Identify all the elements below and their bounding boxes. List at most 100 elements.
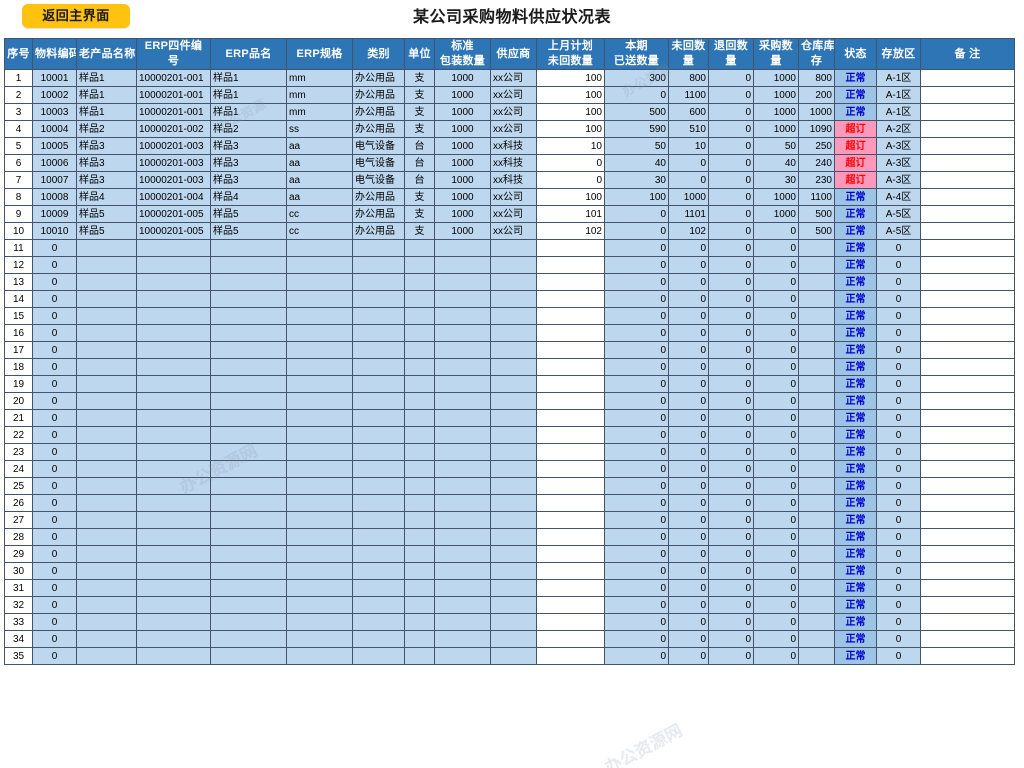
cell-unit[interactable] <box>404 511 435 529</box>
cell-stock[interactable]: 800 <box>798 69 835 87</box>
cell-erp_spec[interactable]: aa <box>286 154 353 172</box>
cell-buy_qty[interactable]: 0 <box>753 511 799 529</box>
cell-pack_qty[interactable] <box>434 477 491 495</box>
cell-ret_qty[interactable]: 0 <box>708 120 754 138</box>
cell-ret_qty[interactable]: 0 <box>708 103 754 121</box>
cell-last_plan[interactable] <box>536 426 605 444</box>
cell-old_name[interactable] <box>76 290 137 308</box>
cell-ret_qty[interactable]: 0 <box>708 239 754 257</box>
cell-zone[interactable]: 0 <box>876 562 921 580</box>
cell-pack_qty[interactable]: 1000 <box>434 137 491 155</box>
cell-stock[interactable]: 250 <box>798 137 835 155</box>
cell-sent_qty[interactable]: 50 <box>604 137 669 155</box>
cell-buy_qty[interactable]: 0 <box>753 647 799 665</box>
cell-pack_qty[interactable]: 1000 <box>434 154 491 172</box>
cell-buy_qty[interactable]: 50 <box>753 137 799 155</box>
cell-supplier[interactable] <box>490 307 537 325</box>
cell-category[interactable] <box>352 545 405 563</box>
cell-erp_name[interactable]: 样品1 <box>210 103 287 121</box>
cell-status[interactable]: 正常 <box>834 494 877 512</box>
cell-unit[interactable] <box>404 290 435 308</box>
cell-old_name[interactable] <box>76 647 137 665</box>
cell-ret_qty[interactable]: 0 <box>708 273 754 291</box>
cell-seq[interactable]: 16 <box>4 324 33 342</box>
cell-seq[interactable]: 11 <box>4 239 33 257</box>
cell-ret_qty[interactable]: 0 <box>708 494 754 512</box>
cell-stock[interactable] <box>798 392 835 410</box>
cell-erp_spec[interactable] <box>286 613 353 631</box>
table-body[interactable]: 1 10001 样品1 10000201-001 样品1 mm 办公用品支 1000 xx公司 1… <box>4 69 1015 665</box>
cell-category[interactable] <box>352 511 405 529</box>
cell-category[interactable]: 办公用品 <box>352 120 405 138</box>
cell-zone[interactable]: 0 <box>876 273 921 291</box>
cell-seq[interactable]: 25 <box>4 477 33 495</box>
cell-remark[interactable] <box>920 120 1015 138</box>
cell-pack_qty[interactable] <box>434 324 491 342</box>
cell-ret_qty[interactable]: 0 <box>708 630 754 648</box>
cell-sent_qty[interactable]: 0 <box>604 596 669 614</box>
cell-erp_name[interactable]: 样品5 <box>210 205 287 223</box>
cell-remark[interactable] <box>920 256 1015 274</box>
table-row[interactable]: 33 0 0 0 0 0 正常 0 <box>4 613 1015 631</box>
cell-stock[interactable]: 200 <box>798 86 835 104</box>
cell-unit[interactable] <box>404 307 435 325</box>
cell-pack_qty[interactable] <box>434 273 491 291</box>
cell-stock[interactable]: 500 <box>798 222 835 240</box>
cell-remark[interactable] <box>920 86 1015 104</box>
cell-unit[interactable] <box>404 647 435 665</box>
cell-seq[interactable]: 3 <box>4 103 33 121</box>
cell-last_plan[interactable] <box>536 545 605 563</box>
cell-status[interactable]: 超订 <box>834 120 877 138</box>
table-row[interactable]: 2 10002 样品1 10000201-001 样品1 mm 办公用品支 1000 xx公司 1… <box>4 86 1015 104</box>
cell-old_name[interactable] <box>76 494 137 512</box>
cell-sent_qty[interactable]: 30 <box>604 171 669 189</box>
cell-unit[interactable]: 支 <box>404 86 435 104</box>
cell-erp_name[interactable]: 样品1 <box>210 69 287 87</box>
cell-status[interactable]: 超订 <box>834 171 877 189</box>
cell-erp_spec[interactable]: mm <box>286 86 353 104</box>
cell-pack_qty[interactable] <box>434 392 491 410</box>
cell-sent_qty[interactable]: 0 <box>604 477 669 495</box>
cell-sent_qty[interactable]: 0 <box>604 528 669 546</box>
cell-erp_name[interactable]: 样品2 <box>210 120 287 138</box>
cell-ret_qty[interactable]: 0 <box>708 477 754 495</box>
cell-old_name[interactable] <box>76 239 137 257</box>
cell-last_plan[interactable]: 0 <box>536 171 605 189</box>
cell-last_plan[interactable] <box>536 290 605 308</box>
cell-remark[interactable] <box>920 579 1015 597</box>
cell-erp_spec[interactable] <box>286 392 353 410</box>
cell-stock[interactable]: 240 <box>798 154 835 172</box>
cell-unret_qty[interactable]: 1101 <box>668 205 709 223</box>
table-row[interactable]: 5 10005 样品3 10000201-003 样品3 aa 电气设备台 1000 xx科技 1… <box>4 137 1015 155</box>
cell-sent_qty[interactable]: 0 <box>604 562 669 580</box>
cell-pack_qty[interactable] <box>434 239 491 257</box>
cell-status[interactable]: 正常 <box>834 613 877 631</box>
cell-seq[interactable]: 15 <box>4 307 33 325</box>
cell-buy_qty[interactable]: 0 <box>753 562 799 580</box>
cell-unit[interactable] <box>404 324 435 342</box>
table-row[interactable]: 13 0 0 0 0 0 正常 0 <box>4 273 1015 291</box>
table-row[interactable]: 34 0 0 0 0 0 正常 0 <box>4 630 1015 648</box>
table-row[interactable]: 11 0 0 0 0 0 正常 0 <box>4 239 1015 257</box>
cell-ret_qty[interactable]: 0 <box>708 579 754 597</box>
cell-seq[interactable]: 31 <box>4 579 33 597</box>
cell-unret_qty[interactable]: 102 <box>668 222 709 240</box>
cell-last_plan[interactable] <box>536 341 605 359</box>
cell-unit[interactable]: 台 <box>404 137 435 155</box>
cell-mat_code[interactable]: 0 <box>32 528 77 546</box>
cell-old_name[interactable] <box>76 613 137 631</box>
cell-unit[interactable] <box>404 375 435 393</box>
cell-erp_name[interactable] <box>210 324 287 342</box>
cell-erp_code[interactable]: 10000201-004 <box>136 188 211 206</box>
cell-zone[interactable]: 0 <box>876 579 921 597</box>
cell-buy_qty[interactable]: 0 <box>753 358 799 376</box>
cell-remark[interactable] <box>920 69 1015 87</box>
cell-zone[interactable]: 0 <box>876 511 921 529</box>
cell-erp_spec[interactable] <box>286 256 353 274</box>
cell-seq[interactable]: 1 <box>4 69 33 87</box>
cell-old_name[interactable] <box>76 596 137 614</box>
cell-erp_code[interactable] <box>136 443 211 461</box>
cell-last_plan[interactable] <box>536 477 605 495</box>
cell-pack_qty[interactable] <box>434 494 491 512</box>
cell-erp_code[interactable] <box>136 375 211 393</box>
